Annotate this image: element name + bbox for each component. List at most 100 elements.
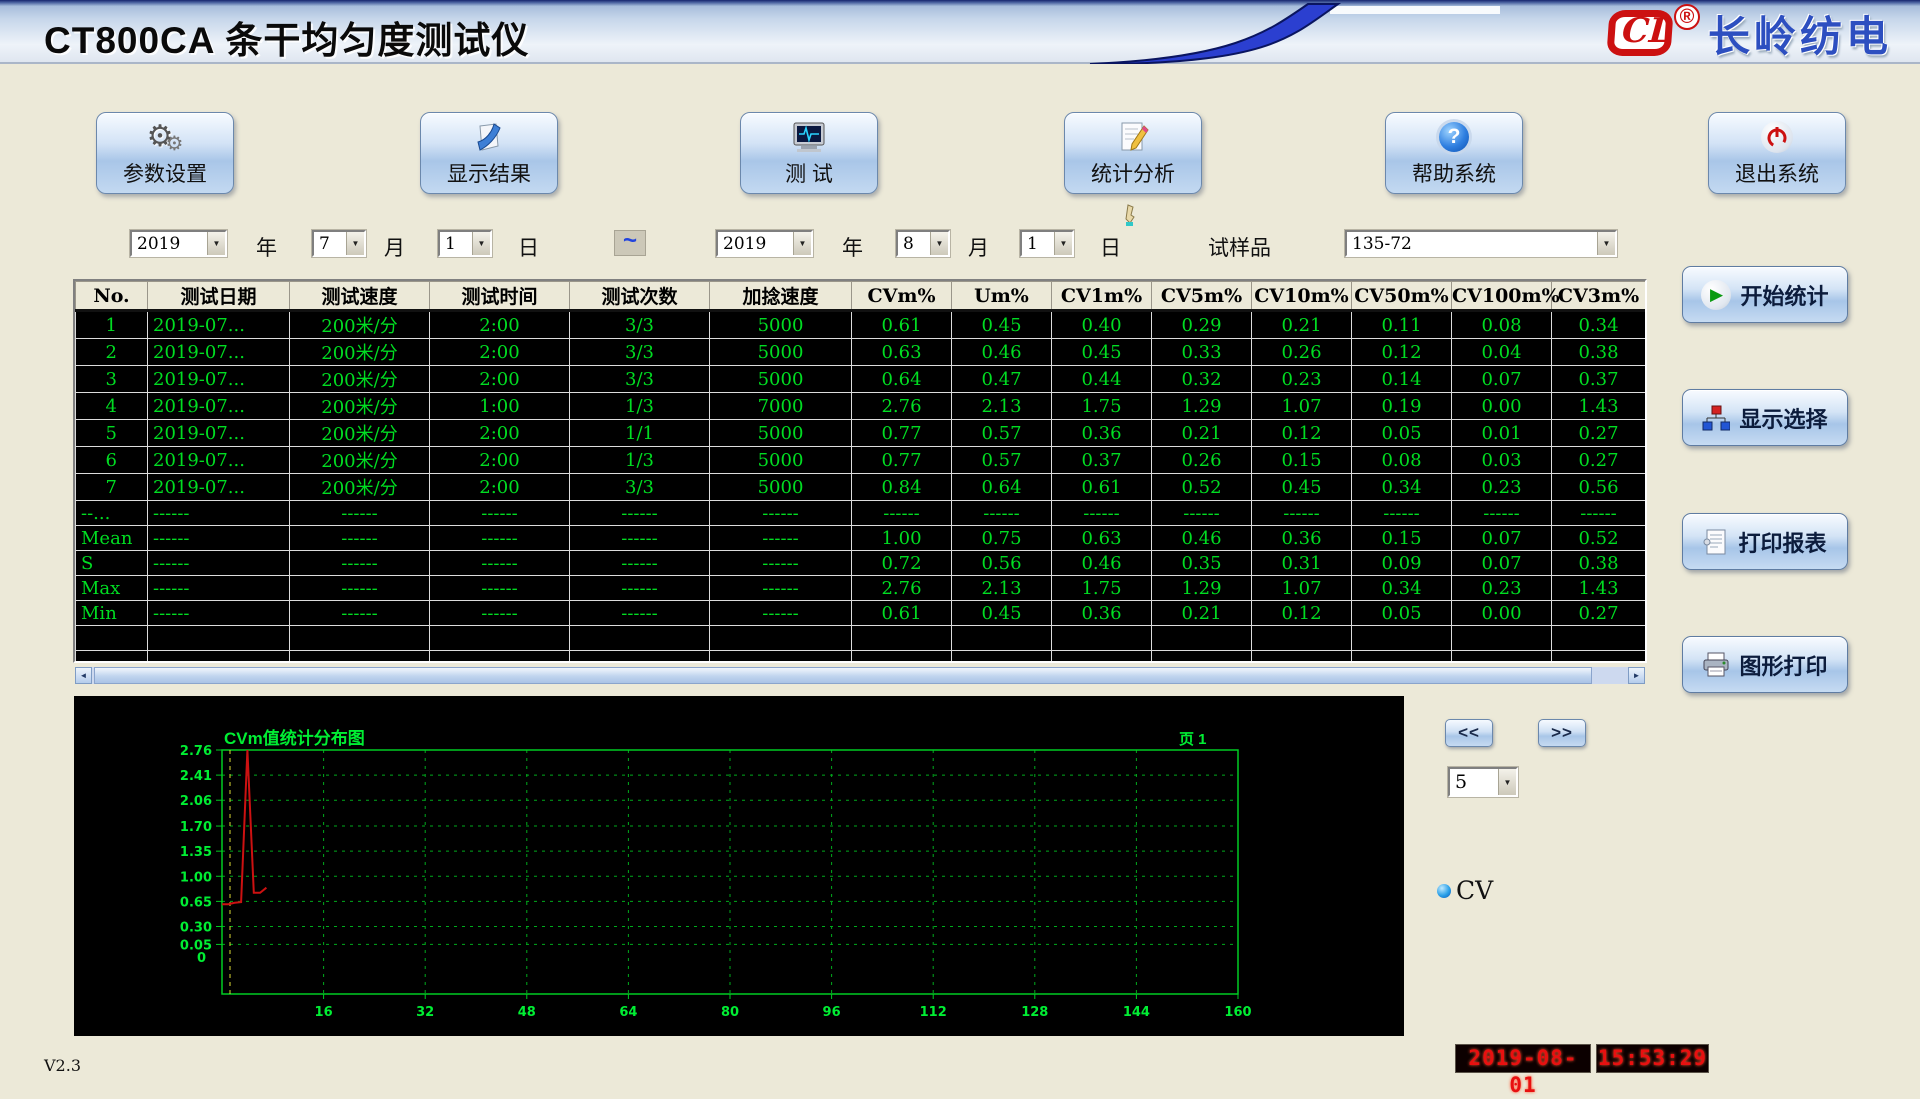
chevron-down-icon[interactable]: ▼ [1498,769,1516,795]
scroll-right-arrow-icon[interactable]: ► [1628,667,1645,684]
version-label: V2.3 [44,1056,81,1075]
table-row[interactable]: 12019-07...200米/分2:003/350000.610.450.40… [76,311,1646,339]
print-graph-button[interactable]: 图形打印 [1682,636,1848,693]
end-year-select[interactable]: 2019▼ [716,230,813,257]
date-range-separator-icon: ~ [614,230,646,256]
column-header: No. [76,282,148,311]
start-month-label: 月 [384,232,405,262]
scrollbar-thumb[interactable] [94,667,1592,684]
results-table-panel: No.测试日期测试速度测试时间测试次数加捻速度CVm%Um%CV1m%CV5m%… [73,279,1647,663]
display-selection-button[interactable]: 显示选择 [1682,389,1848,446]
params-settings-button[interactable]: ⚙⚙ 参数设置 [96,112,234,194]
start-day-select[interactable]: 1▼ [438,230,492,257]
exit-system-button[interactable]: 退出系统 [1708,112,1846,194]
sample-select[interactable]: 135-72▼ [1345,230,1617,257]
chevron-down-icon[interactable]: ▼ [207,232,225,255]
table-row[interactable] [76,626,1646,651]
column-header: CV5m% [1152,282,1252,311]
svg-text:1.35: 1.35 [180,845,212,860]
svg-text:2.76: 2.76 [180,744,212,759]
table-row[interactable]: 62019-07...200米/分2:001/350000.770.570.37… [76,447,1646,474]
svg-text:80: 80 [721,1005,739,1020]
title-bar: CT800CA 条干均匀度测试仪 CL ® 长岭纺电 [0,0,1920,64]
svg-text:112: 112 [920,1005,947,1020]
column-header: Um% [952,282,1052,311]
result-doc-icon [472,119,506,155]
svg-text:128: 128 [1021,1005,1048,1020]
table-row[interactable]: S------------------------------0.720.560… [76,551,1646,576]
question-icon: ? [1439,119,1469,155]
svg-text:96: 96 [823,1005,841,1020]
led-date-display: 2019-08-01 [1455,1044,1591,1073]
brand-emblem-icon: CL [1606,10,1673,56]
scroll-left-arrow-icon[interactable]: ◄ [75,667,92,684]
show-results-button[interactable]: 显示结果 [420,112,558,194]
svg-text:0.30: 0.30 [180,920,212,935]
brand-logo: CL ® 长岭纺电 [1608,4,1892,62]
end-month-select[interactable]: 8▼ [896,230,950,257]
table-row[interactable]: 32019-07...200米/分2:003/350000.640.470.44… [76,366,1646,393]
chevron-down-icon[interactable]: ▼ [346,232,364,255]
page-size-select[interactable]: 5▼ [1448,767,1518,797]
distribution-chart-panel: CVm值统计分布图 页 1 2.762.412.061.701.351.000.… [74,696,1404,1036]
sample-label: 试样品 [1208,232,1271,262]
cv-toggle-icon[interactable] [1437,884,1451,898]
svg-text:1.70: 1.70 [180,820,212,835]
svg-text:0.05: 0.05 [180,938,212,953]
table-row[interactable]: --...-----------------------------------… [76,501,1646,526]
table-row[interactable]: 42019-07...200米/分1:001/370002.762.131.75… [76,393,1646,420]
results-table: No.测试日期测试速度测试时间测试次数加捻速度CVm%Um%CV1m%CV5m%… [75,281,1646,663]
play-icon: ▶ [1701,280,1731,310]
prev-page-button[interactable]: << [1445,719,1493,747]
table-row[interactable]: 52019-07...200米/分2:001/150000.770.570.36… [76,420,1646,447]
test-button[interactable]: 测 试 [740,112,878,194]
chart-select-icon [1702,404,1730,432]
printer-icon [1702,652,1730,678]
print-report-button[interactable]: 打印报表 [1682,513,1848,570]
column-header: 加捻速度 [710,282,852,311]
start-year-label: 年 [256,232,277,262]
hand-cursor-icon [1122,203,1138,227]
svg-text:1.00: 1.00 [180,870,212,885]
table-row[interactable]: 72019-07...200米/分2:003/350000.840.640.61… [76,474,1646,501]
statistics-analysis-button[interactable]: 统计分析 [1064,112,1202,194]
svg-text:32: 32 [416,1005,434,1020]
table-row[interactable]: 22019-07...200米/分2:003/350000.630.460.45… [76,339,1646,366]
table-row[interactable] [76,651,1646,664]
edit-doc-icon [1116,119,1150,155]
table-row[interactable]: Mean------------------------------1.000.… [76,526,1646,551]
app-title: CT800CA 条干均匀度测试仪 [44,10,529,64]
svg-text:0: 0 [197,951,206,966]
led-time-display: 15:53:29 [1596,1044,1709,1073]
column-header: 测试速度 [290,282,430,311]
horizontal-scrollbar[interactable]: ◄ ► [75,667,1645,684]
chevron-down-icon[interactable]: ▼ [1054,232,1072,255]
column-header: CV10m% [1252,282,1352,311]
svg-text:16: 16 [315,1005,333,1020]
svg-text:160: 160 [1224,1005,1251,1020]
start-month-select[interactable]: 7▼ [312,230,366,257]
start-statistics-button[interactable]: ▶ 开始统计 [1682,266,1848,323]
start-year-select[interactable]: 2019▼ [130,230,227,257]
chevron-down-icon[interactable]: ▼ [472,232,490,255]
end-day-select[interactable]: 1▼ [1020,230,1074,257]
report-print-icon [1703,528,1729,556]
chevron-down-icon[interactable]: ▼ [1597,232,1615,255]
power-icon [1761,119,1793,155]
chart-page-indicator: 页 1 [1179,728,1207,749]
help-system-button[interactable]: ? 帮助系统 [1385,112,1523,194]
chart-title: CVm值统计分布图 [224,724,365,749]
column-header: CV3m% [1552,282,1646,311]
table-row[interactable]: Min------------------------------0.610.4… [76,601,1646,626]
next-page-button[interactable]: >> [1538,719,1586,747]
chevron-down-icon[interactable]: ▼ [930,232,948,255]
chevron-down-icon[interactable]: ▼ [793,232,811,255]
table-row[interactable]: Max------------------------------2.762.1… [76,576,1646,601]
monitor-wave-icon [791,119,827,155]
gears-icon: ⚙⚙ [147,119,184,155]
column-header: CV50m% [1352,282,1452,311]
end-year-label: 年 [842,232,863,262]
svg-text:144: 144 [1123,1005,1150,1020]
svg-text:2.06: 2.06 [180,794,212,809]
column-header: 测试次数 [570,282,710,311]
